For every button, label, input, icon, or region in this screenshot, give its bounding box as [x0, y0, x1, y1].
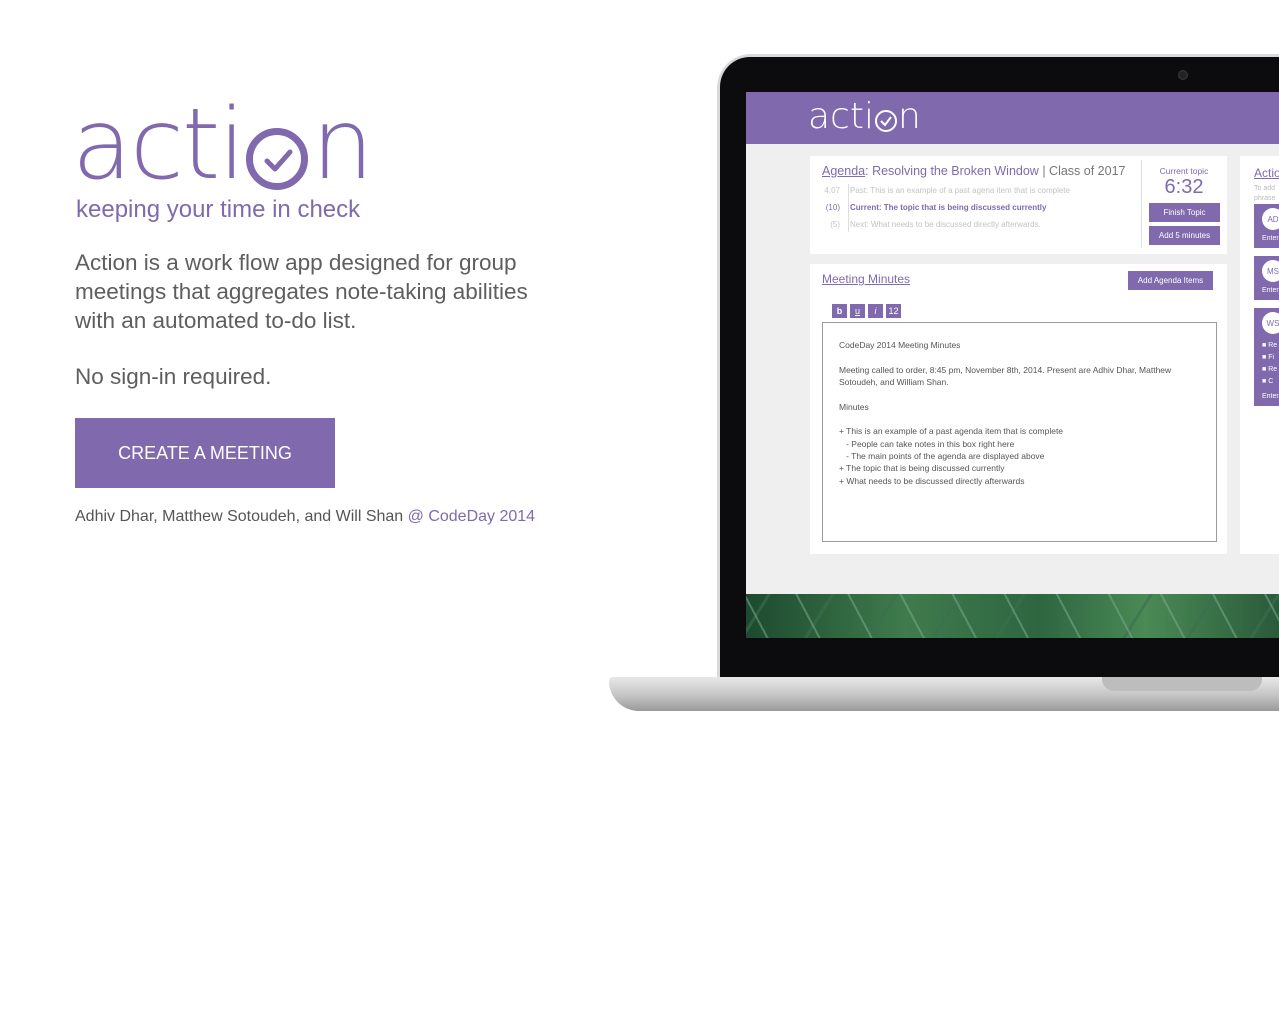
notes-textarea[interactable]: CodeDay 2014 Meeting Minutes Meeting cal…: [822, 322, 1217, 542]
action-logo: acti n: [72, 88, 374, 202]
credits-names: Adhiv Dhar, Matthew Sotoudeh, and Will S…: [75, 508, 404, 525]
hint-line: To add: [1254, 185, 1276, 192]
agenda-item-current: (10) Current: The topic that is being dis…: [816, 203, 1047, 212]
agenda-separator: |: [1042, 164, 1046, 178]
notes-minutes-label: Minutes: [839, 401, 869, 412]
agenda-item-time: 4:07: [824, 186, 840, 195]
agenda-item-next: (5) Next: What needs to be discussed dire…: [816, 220, 1041, 229]
agenda-vertical-divider: [1141, 160, 1142, 248]
current-topic-timer: 6:32: [1164, 176, 1204, 198]
todo-text: Re: [1268, 342, 1278, 349]
notes-paragraph: Meeting called to order, 8:45 pm, Novemb…: [839, 364, 1172, 387]
todo-item[interactable]: ■ Re: [1262, 342, 1277, 349]
add-agenda-items-button[interactable]: Add Agenda Items: [1128, 271, 1213, 290]
codeday-link[interactable]: @ CodeDay 2014: [408, 508, 535, 525]
logo-text-start: acti: [72, 88, 246, 202]
create-meeting-button[interactable]: CREATE A MEETING: [75, 418, 335, 488]
avatar: WS: [1262, 312, 1279, 334]
notes-line: - The main points of the agenda are disp…: [839, 450, 1045, 461]
app-header: acti n: [746, 92, 1279, 144]
agenda-label: Agenda: [822, 164, 866, 178]
finish-topic-button[interactable]: Finish Topic: [1149, 203, 1220, 222]
agenda-colon: :: [865, 164, 869, 178]
agenda-card: Agenda: Resolving the Broken Window | Cl…: [810, 156, 1227, 254]
add-5-minutes-button[interactable]: Add 5 minutes: [1149, 226, 1220, 245]
font-size-button[interactable]: 12: [886, 304, 901, 318]
todo-text: Fi: [1268, 354, 1275, 361]
leaf-background-image: [746, 594, 1279, 638]
app-logo-start: acti: [808, 96, 874, 137]
action-items-card: Actio To add phrase AD Enter MS Enter WS…: [1240, 156, 1279, 554]
italic-button[interactable]: i: [868, 304, 883, 318]
member-block-ad: AD Enter: [1254, 204, 1279, 248]
tagline: keeping your time in check: [76, 196, 361, 223]
app-logo: acti n: [808, 96, 921, 137]
format-toolbar: b u i 12: [832, 304, 901, 318]
hint-line: phrase: [1254, 195, 1276, 202]
minutes-title: Meeting Minutes: [822, 272, 911, 286]
agenda-item-time: (10): [825, 203, 840, 212]
laptop-notch: [1102, 677, 1262, 691]
enter-input[interactable]: Enter: [1262, 393, 1279, 400]
enter-input[interactable]: Enter: [1262, 287, 1279, 294]
avatar: MS: [1262, 260, 1279, 282]
agenda-item-past: 4:07 Past: This is an example of a past a…: [816, 186, 1070, 195]
enter-input[interactable]: Enter: [1262, 235, 1279, 242]
todo-item[interactable]: ■ C: [1262, 378, 1273, 385]
agenda-topic: Resolving the Broken Window: [872, 164, 1039, 178]
app-checkmark-icon: [874, 110, 897, 132]
todo-text: Re: [1268, 366, 1278, 373]
underline-button[interactable]: u: [850, 304, 865, 318]
app-description: Action is a work flow app designed for g…: [75, 250, 528, 333]
agenda-title: Agenda: Resolving the Broken Window | Cl…: [822, 164, 1125, 178]
credits: Adhiv Dhar, Matthew Sotoudeh, and Will S…: [75, 508, 535, 526]
member-block-ws: WS ■ Re ■ Fi ■ Re ■ C Enter: [1254, 308, 1279, 406]
logo-text-end: n: [311, 88, 374, 202]
checkmark-icon: [245, 128, 308, 190]
agenda-item-text: Current: The topic that is being discuss…: [850, 203, 1047, 212]
agenda-class: Class of 2017: [1049, 164, 1126, 178]
notes-line: + This is an example of a past agenda it…: [839, 426, 1064, 437]
minutes-card: Meeting Minutes Add Agenda Items b u i 1…: [810, 264, 1227, 554]
todo-item[interactable]: ■ Re: [1262, 366, 1277, 373]
todo-item[interactable]: ■ Fi: [1262, 354, 1274, 361]
notes-line: - People can take notes in this box righ…: [839, 438, 1015, 449]
notes-heading: CodeDay 2014 Meeting Minutes: [839, 340, 961, 350]
member-block-ms: MS Enter: [1254, 256, 1279, 300]
notes-line: + The topic that is being discussed curr…: [839, 463, 1005, 474]
action-items-title: Actio: [1254, 166, 1279, 180]
no-signin-note: No sign-in required.: [75, 364, 272, 389]
action-items-hint: To add phrase: [1254, 184, 1275, 204]
camera-icon: [1178, 70, 1188, 80]
bold-button[interactable]: b: [832, 304, 847, 318]
agenda-item-text: Past: This is an example of a past agena…: [850, 186, 1070, 195]
app-screenshot: acti n Agenda: Resolving the Broken Wind…: [746, 92, 1279, 638]
app-logo-end: n: [897, 96, 921, 137]
current-topic-label: Current topic: [1159, 166, 1209, 176]
agenda-item-time: (5): [830, 220, 840, 229]
agenda-item-text: Next: What needs to be discussed directl…: [850, 220, 1041, 229]
notes-line: + What needs to be discussed directly af…: [839, 475, 1025, 486]
todo-text: C: [1268, 378, 1274, 385]
avatar: AD: [1262, 208, 1279, 230]
